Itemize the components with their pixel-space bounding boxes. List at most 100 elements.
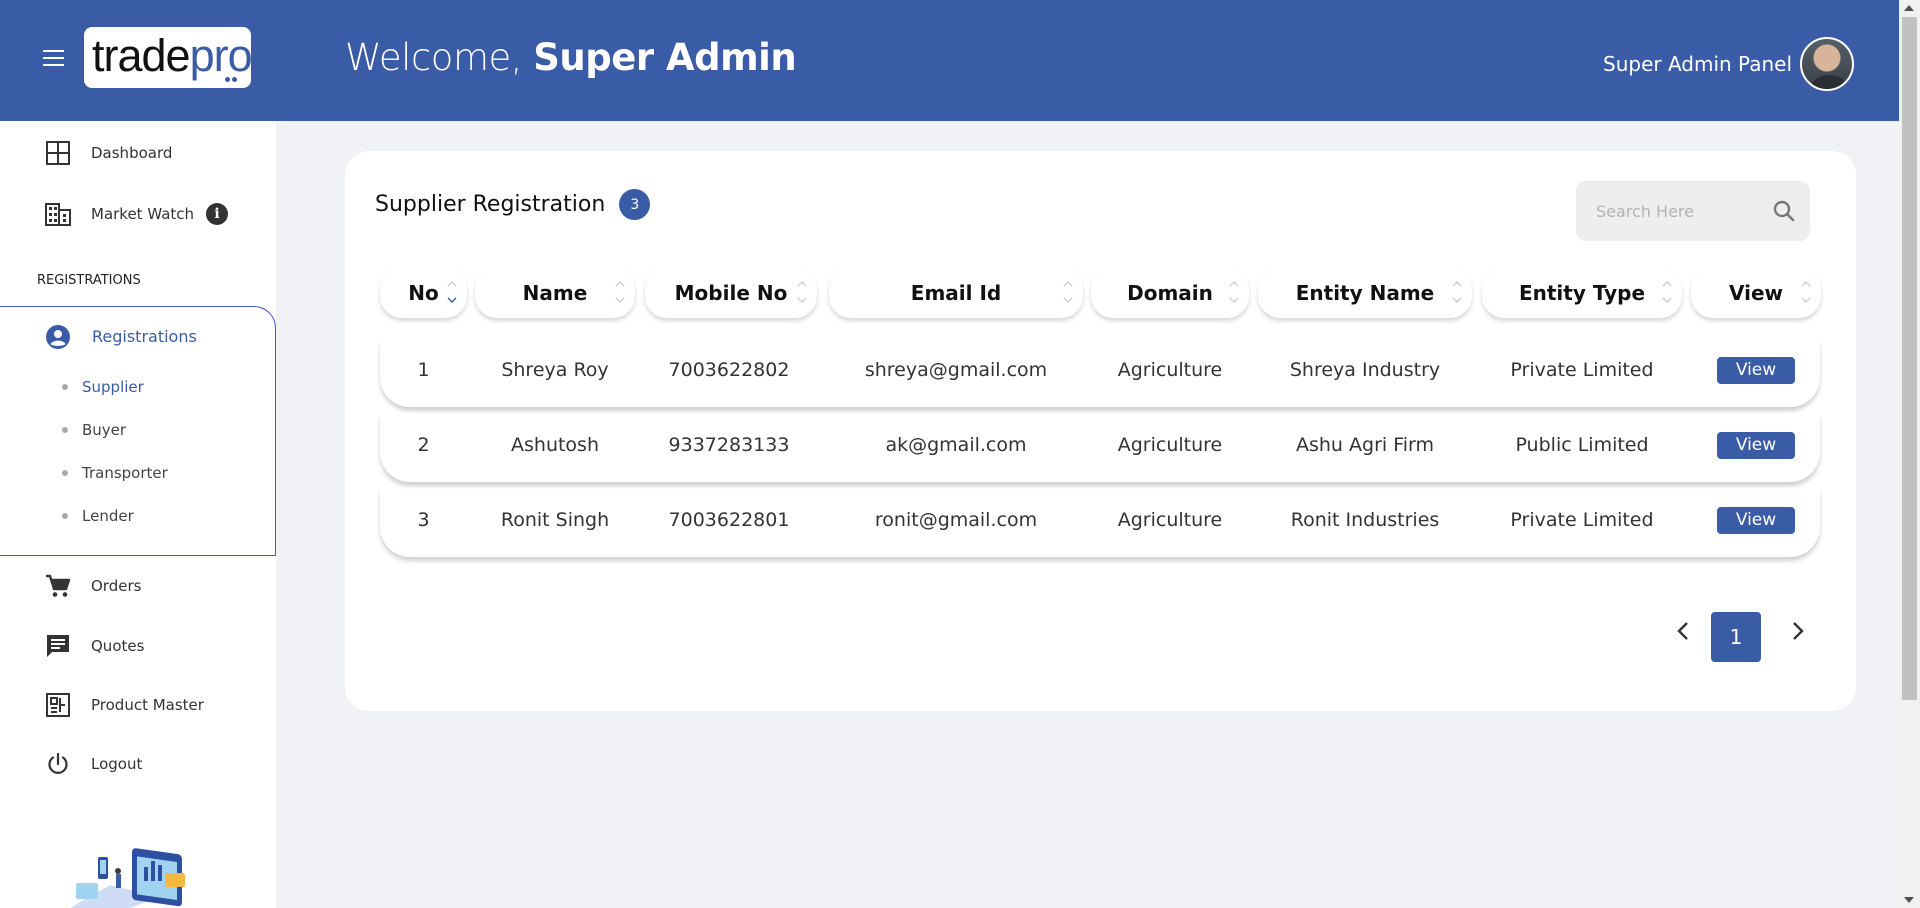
scroll-down-arrow-icon[interactable] [1904,897,1914,903]
column-header-no[interactable]: No [380,268,467,318]
pagination-prev-button[interactable] [1668,616,1698,646]
column-header-label: Entity Type [1518,281,1646,305]
cell-entity-name: Ronit Industries [1290,509,1440,531]
sidebar-subitem-label: Supplier [82,378,144,396]
page-scrollbar[interactable] [1899,0,1920,908]
table-row: 2 Ashutosh 9337283133 ak@gmail.com Agric… [380,414,1820,482]
bullet-icon [62,513,68,519]
column-header-entity-name[interactable]: Entity Name [1258,268,1472,318]
dashboard-grid-icon [44,139,71,166]
sort-icon[interactable] [1451,276,1463,308]
cell-no: 2 [417,434,430,456]
view-button[interactable]: View [1717,431,1795,459]
table-row: 1 Shreya Roy 7003622802 shreya@gmail.com… [380,339,1820,407]
chat-message-icon [44,632,71,659]
cell-mobile: 7003622802 [668,359,790,381]
welcome-user-name: Super Admin [533,36,797,79]
sidebar-label-product-master: Product Master [91,695,204,714]
column-header-label: No [408,281,439,305]
sort-icon[interactable] [614,276,626,308]
pagination-page-1[interactable]: 1 [1711,612,1761,662]
sidebar-item-dashboard[interactable]: Dashboard [44,139,172,166]
sidebar-item-registrations[interactable]: Registrations [44,323,197,350]
column-header-mobile[interactable]: Mobile No [645,268,817,318]
sort-icon[interactable] [1800,276,1812,308]
info-icon[interactable]: i [206,202,229,225]
power-icon [44,750,71,777]
registrations-group: Registrations Supplier Buyer Transporter… [0,306,276,556]
sidebar-item-market-watch[interactable]: Market Watch i [44,200,229,227]
panel-label: Super Admin Panel [1603,52,1793,76]
cell-email: ronit@gmail.com [874,509,1038,531]
cell-name: Ronit Singh [500,509,610,531]
cell-view: View [1691,489,1821,551]
sort-icon[interactable] [1062,276,1074,308]
sidebar-item-quotes[interactable]: Quotes [44,632,144,659]
welcome-prefix: Welcome, [345,36,534,79]
column-header-label: Mobile No [674,281,788,305]
column-header-view[interactable]: View [1691,268,1821,318]
sidebar-label-logout: Logout [91,754,143,773]
cell-no: 1 [417,359,430,381]
sidebar: Dashboard Market Watch i REGISTRATIONS R… [0,121,276,908]
sidebar-label-dashboard: Dashboard [91,143,173,162]
cell-email: ak@gmail.com [885,434,1027,456]
sidebar-label-quotes: Quotes [91,636,145,655]
chevron-left-icon [1677,622,1688,640]
chevron-right-icon [1793,622,1804,640]
sidebar-item-orders[interactable]: Orders [44,572,141,599]
cell-entity-name: Ashu Agri Firm [1295,434,1435,456]
tradepro-logo[interactable]: tradepro [84,27,253,88]
cell-entity-type: Private Limited [1510,509,1654,531]
cell-mobile: 7003622801 [668,509,790,531]
cell-entity-name: Shreya Industry [1289,359,1441,381]
cell-domain: Agriculture [1117,434,1223,456]
cell-name: Shreya Roy [501,359,609,381]
sidebar-subitem-label: Buyer [82,421,127,439]
sort-icon[interactable] [446,276,458,308]
search-icon[interactable] [1772,199,1796,223]
sidebar-label-market-watch: Market Watch [91,204,195,223]
section-title-registrations: REGISTRATIONS [37,273,141,288]
column-header-label: View [1728,281,1784,305]
scrollbar-thumb[interactable] [1902,17,1917,700]
column-header-domain[interactable]: Domain [1091,268,1249,318]
sidebar-item-logout[interactable]: Logout [44,750,142,777]
sidebar-subitem-label: Transporter [82,464,168,482]
scroll-up-arrow-icon[interactable] [1904,5,1914,11]
sidebar-item-product-master[interactable]: Product Master [44,691,204,718]
view-button[interactable]: View [1717,356,1795,384]
sidebar-subitem-supplier[interactable]: Supplier [62,378,144,396]
cell-entity-type: Private Limited [1510,359,1654,381]
cell-name: Ashutosh [511,434,599,456]
search-input[interactable] [1576,181,1766,241]
sidebar-label-orders: Orders [91,576,142,595]
sidebar-subitem-label: Lender [82,507,134,525]
column-header-label: Domain [1127,281,1213,305]
user-avatar[interactable] [1800,37,1854,91]
cell-domain: Agriculture [1117,359,1223,381]
sort-icon[interactable] [1228,276,1240,308]
cell-domain: Agriculture [1117,509,1223,531]
sort-icon[interactable] [796,276,808,308]
sort-icon[interactable] [1661,276,1673,308]
cell-mobile: 9337283133 [668,434,790,456]
page-title-text: Supplier Registration [375,192,606,217]
sidebar-subitem-lender[interactable]: Lender [62,507,134,525]
bullet-icon [62,427,68,433]
sidebar-subitem-transporter[interactable]: Transporter [62,464,168,482]
column-header-name[interactable]: Name [475,268,635,318]
column-header-email[interactable]: Email Id [829,268,1083,318]
bullet-icon [62,470,68,476]
shopping-cart-icon [44,572,71,599]
view-button[interactable]: View [1717,506,1795,534]
hamburger-menu-icon[interactable] [43,50,64,66]
sidebar-subitem-buyer[interactable]: Buyer [62,421,126,439]
search-box [1576,181,1810,241]
column-header-entity-type[interactable]: Entity Type [1482,268,1682,318]
sidebar-label-registrations: Registrations [92,327,197,346]
cell-view: View [1691,414,1821,476]
pagination-next-button[interactable] [1783,616,1813,646]
logo-text-accent: pro [189,30,253,81]
top-header: tradepro Welcome, Super Admin Super Admi… [0,0,1899,121]
